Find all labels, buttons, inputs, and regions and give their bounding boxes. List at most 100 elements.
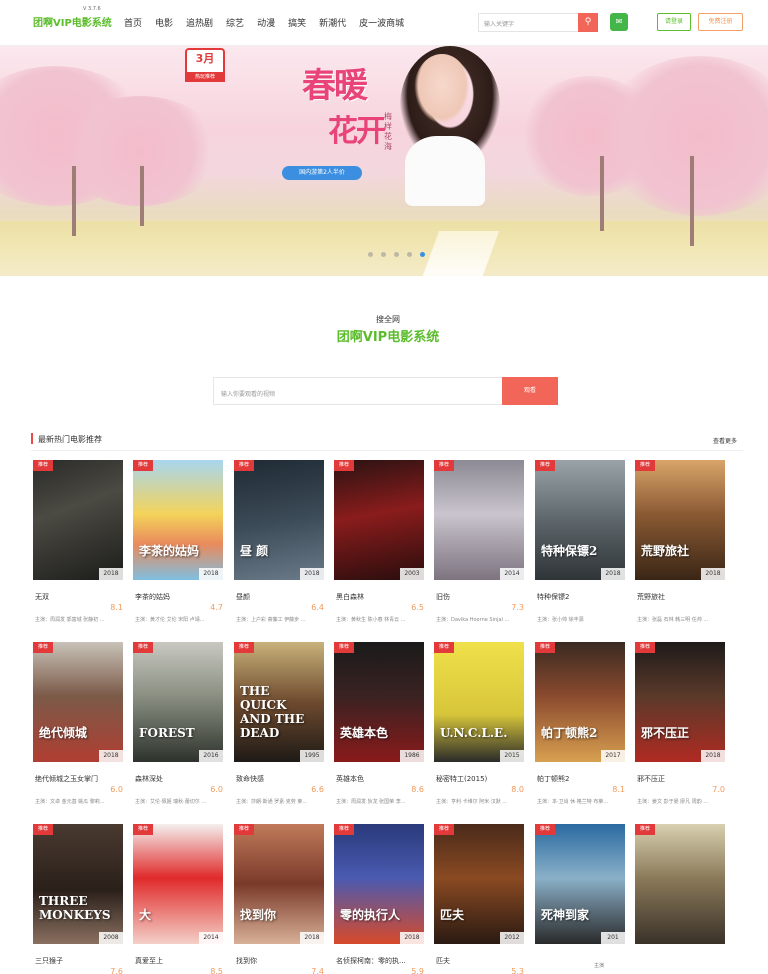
nav-item-movie[interactable]: 电影 — [155, 16, 173, 29]
movie-title[interactable]: 名侦探柯南：零的执... — [336, 956, 406, 966]
movie-score: 7.0 — [712, 785, 725, 794]
header-search-input[interactable]: 输入关键字 — [478, 13, 578, 32]
movie-score: 8.5 — [210, 967, 223, 974]
movie-poster[interactable]: 推荐 U.N.C.L.E. 2015 — [434, 642, 524, 762]
poster-title: 邪不压正 — [641, 726, 690, 740]
recommend-badge: 推荐 — [334, 642, 354, 653]
poster-title: 匹夫 — [440, 908, 465, 922]
movie-poster[interactable]: 推荐 零的执行人 2018 — [334, 824, 424, 944]
movie-year: 2014 — [199, 932, 223, 944]
movie-score: 6.0 — [110, 785, 123, 794]
carousel-dot[interactable] — [407, 252, 412, 257]
movie-poster[interactable]: 推荐 特种保镖2 2018 — [535, 460, 625, 580]
carousel-dot-active[interactable] — [420, 252, 425, 257]
nav-item-home[interactable]: 首页 — [124, 16, 142, 29]
nav-item-anime[interactable]: 动漫 — [257, 16, 275, 29]
poster-title: 绝代倾城 — [39, 726, 88, 740]
site-logo[interactable]: 团啊VIP电影系统 V 3.7.6 — [33, 6, 112, 29]
nav-item-drama[interactable]: 追热剧 — [186, 16, 213, 29]
recommend-badge: 推荐 — [33, 642, 53, 653]
movie-title[interactable]: 真爱至上 — [135, 956, 163, 966]
movie-title[interactable]: 黑白森林 — [336, 592, 364, 602]
movie-year: 1995 — [300, 750, 324, 762]
search-icon: ⚲ — [584, 17, 592, 27]
movie-poster[interactable]: 推荐 死神到家 201 — [535, 824, 625, 944]
movie-poster[interactable]: 推荐大 2014 — [133, 824, 223, 944]
movie-poster[interactable]: 推荐 李茶的姑妈 2018 — [133, 460, 223, 580]
carousel-dot[interactable] — [368, 252, 373, 257]
banner-ribbon: 国内游第2人半价 — [282, 166, 362, 180]
poster-title: 零的执行人 — [340, 908, 401, 922]
movie-poster[interactable]: 推荐 2014 — [434, 460, 524, 580]
nav-item-shop[interactable]: 皮一波商城 — [359, 16, 404, 29]
movie-title[interactable]: 绝代倾城之玉女掌门 — [35, 774, 98, 784]
recommend-badge: 推荐 — [133, 824, 153, 835]
main-search-input[interactable]: 输入你要观看的视频 — [213, 377, 503, 405]
movie-year: 2018 — [701, 750, 725, 762]
movie-poster[interactable]: 推荐 — [635, 824, 725, 944]
movie-poster[interactable]: 推荐 匹夫 2012 — [434, 824, 524, 944]
wechat-button[interactable]: ✉ — [610, 13, 628, 31]
header-search-button[interactable]: ⚲ — [578, 13, 598, 32]
movie-title[interactable]: 致命快感 — [236, 774, 264, 784]
movie-score: 6.6 — [311, 785, 324, 794]
movie-poster[interactable]: 推荐 英雄本色 1986 — [334, 642, 424, 762]
badge-month: 3月 — [195, 52, 215, 65]
movie-title[interactable]: 森林深处 — [135, 774, 163, 784]
register-button[interactable]: 免费注册 — [698, 13, 743, 31]
recommend-badge: 推荐 — [635, 824, 655, 835]
view-more-link[interactable]: 查看更多 — [713, 436, 737, 445]
recommend-badge: 推荐 — [635, 642, 655, 653]
movie-poster[interactable]: 推荐 帕丁顿熊2 2017 — [535, 642, 625, 762]
poster-title: 帕丁顿熊2 — [541, 726, 598, 740]
nav-item-trend[interactable]: 新潮代 — [319, 16, 346, 29]
movie-poster[interactable]: 推荐邪不压正 2018 — [635, 642, 725, 762]
poster-title: THREE MONKEYS — [39, 894, 111, 922]
movie-poster[interactable]: 推荐 2018 — [33, 460, 123, 580]
movie-score: 7.6 — [110, 967, 123, 974]
movie-title[interactable]: 李茶的姑妈 — [135, 592, 170, 602]
movie-poster[interactable]: 推荐昼 颜 2018 — [234, 460, 324, 580]
movie-year: 2012 — [500, 932, 524, 944]
movie-title[interactable]: 荒野旅社 — [637, 592, 665, 602]
movie-poster[interactable]: 推荐 绝代倾城 2018 — [33, 642, 123, 762]
movie-title[interactable]: 无双 — [35, 592, 49, 602]
poster-title: 找到你 — [240, 908, 277, 922]
poster-title: 荒野旅社 — [641, 544, 690, 558]
nav-item-variety[interactable]: 综艺 — [226, 16, 244, 29]
main-nav: 首页 电影 追热剧 综艺 动漫 搞笑 新潮代 皮一波商城 — [124, 16, 417, 29]
recommend-badge: 推荐 — [535, 642, 555, 653]
movie-cast: 主演：本·卫肖 休·格兰特 布莱... — [537, 799, 609, 805]
section-accent-bar — [31, 433, 33, 444]
movie-title[interactable]: 英雄本色 — [336, 774, 364, 784]
movie-cast: 主演：Davika Hoorne Sinjai ... — [436, 617, 510, 623]
nav-item-funny[interactable]: 搞笑 — [288, 16, 306, 29]
movie-year: 2008 — [99, 932, 123, 944]
main-search-button[interactable]: 观看 — [502, 377, 558, 405]
hero-banner[interactable]: 3月 热玩推荐 春暖 花开 梅样花海 国内游第2人半价 — [0, 46, 768, 276]
movie-poster[interactable]: 推荐 荒野旅社 2018 — [635, 460, 725, 580]
promo-badge: 3月 热玩推荐 — [185, 48, 225, 82]
movie-title[interactable]: 邪不压正 — [637, 774, 665, 784]
movie-poster[interactable]: 推荐 2003 — [334, 460, 424, 580]
poster-title: 李茶的姑妈 — [139, 544, 200, 558]
movie-score: 7.3 — [511, 603, 524, 612]
movie-poster[interactable]: 推荐 FOREST 2016 — [133, 642, 223, 762]
movie-score: 6.0 — [210, 785, 223, 794]
movie-cast: 主演：文卓 金元基 姚瓜 黎莉... — [35, 799, 105, 805]
movie-title[interactable]: 昼颜 — [236, 592, 250, 602]
movie-title[interactable]: 旧伤 — [436, 592, 450, 602]
movie-title[interactable]: 秘密特工(2015) — [436, 774, 487, 784]
carousel-dot[interactable] — [381, 252, 386, 257]
poster-title: THE QUICK AND THE DEAD — [240, 684, 305, 740]
movie-title[interactable]: 三只猴子 — [35, 956, 63, 966]
movie-title[interactable]: 找到你 — [236, 956, 257, 966]
movie-title[interactable]: 特种保镖2 — [537, 592, 569, 602]
movie-title[interactable]: 匹夫 — [436, 956, 450, 966]
movie-title[interactable]: 帕丁顿熊2 — [537, 774, 569, 784]
movie-poster[interactable]: 推荐 THREE MONKEYS 2008 — [33, 824, 123, 944]
movie-poster[interactable]: 推荐 找到你 2018 — [234, 824, 324, 944]
movie-poster[interactable]: 推荐 THE QUICK AND THE DEAD 1995 — [234, 642, 324, 762]
login-button[interactable]: 请登录 — [657, 13, 691, 31]
carousel-dot[interactable] — [394, 252, 399, 257]
